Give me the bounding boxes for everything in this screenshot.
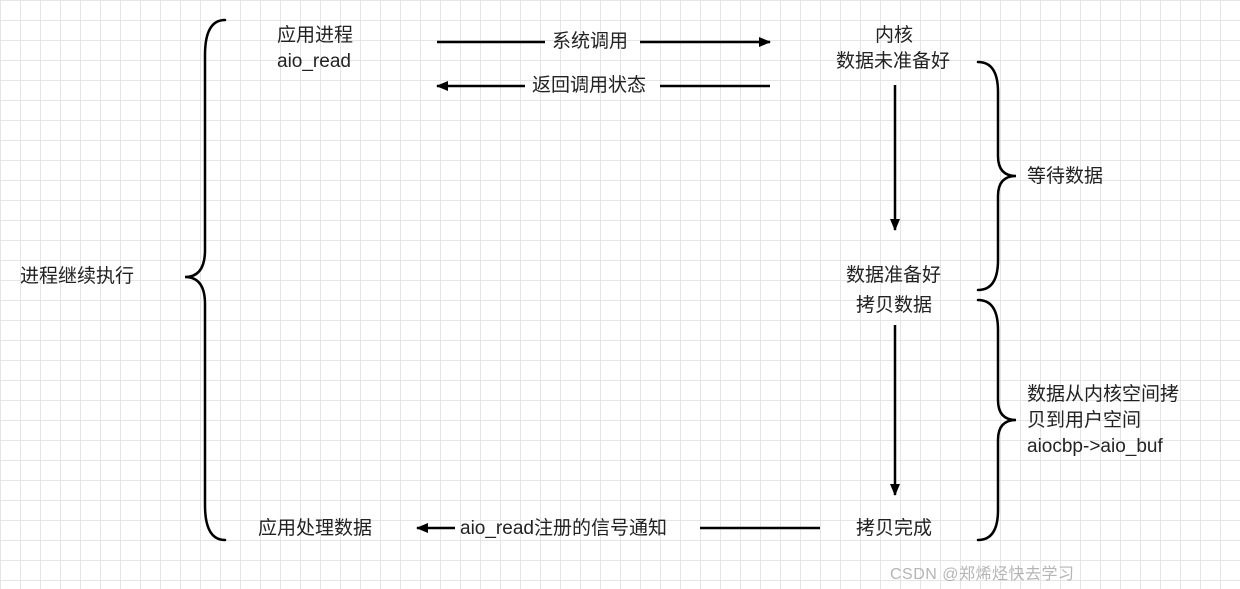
watermark: CSDN @郑烯烃快去学习 <box>890 560 1075 584</box>
kernel-line1: 内核 <box>875 24 913 49</box>
signal-arrow-label: aio_read注册的信号通知 <box>460 517 667 542</box>
arrow-return-status-label: 返回调用状态 <box>532 74 646 99</box>
app-process-line1: 应用进程 <box>277 24 353 49</box>
app-handle-data-label: 应用处理数据 <box>258 517 372 542</box>
copy-data-label: 拷贝数据 <box>856 294 932 319</box>
copy-space-label-1: 数据从内核空间拷 <box>1027 383 1179 408</box>
wait-data-label: 等待数据 <box>1027 165 1103 190</box>
app-process-line2: aio_read <box>277 50 351 75</box>
copy-space-label-2: 贝到用户空间 <box>1027 409 1141 434</box>
left-brace-label: 进程继续执行 <box>20 265 134 290</box>
copy-done-label: 拷贝完成 <box>856 517 932 542</box>
arrow-syscall-label: 系统调用 <box>552 30 628 55</box>
data-ready-label: 数据准备好 <box>846 264 941 289</box>
copy-space-label-3: aiocbp->aio_buf <box>1027 435 1163 460</box>
kernel-line2: 数据未准备好 <box>836 50 950 75</box>
